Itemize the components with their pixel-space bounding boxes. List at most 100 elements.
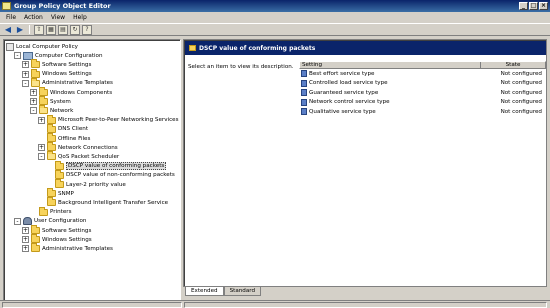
close-button[interactable]: × (539, 2, 548, 10)
tree-item-label: DSCP value of non-conforming packets (66, 172, 175, 179)
properties-icon[interactable]: ▤ (58, 24, 68, 35)
back-icon[interactable]: ◀ (3, 25, 13, 35)
expand-icon[interactable]: + (38, 144, 45, 152)
menu-view[interactable]: View (47, 14, 69, 21)
minimize-button[interactable]: _ (519, 2, 528, 10)
folder-icon (31, 68, 40, 78)
policy-setting-icon (301, 70, 307, 78)
setting-name: Controlled load service type (309, 80, 388, 87)
expand-icon[interactable]: + (22, 227, 29, 234)
collapse-icon[interactable]: - (38, 153, 45, 161)
table-row[interactable]: Controlled load service type Not configur… (299, 79, 546, 89)
policy-setting-icon (301, 98, 307, 106)
tree-item-label: DNS Client (58, 126, 89, 133)
folder-icon (31, 225, 40, 234)
policy-setting-icon (301, 89, 307, 97)
menu-action[interactable]: Action (20, 14, 47, 21)
title-bar[interactable]: Group Policy Object Editor _ □ × (0, 0, 550, 12)
view-tabs: Extended Standard (185, 287, 262, 296)
expand-icon[interactable]: + (22, 236, 29, 244)
maximize-button[interactable]: □ (529, 2, 538, 10)
menu-bar: File Action View Help (0, 12, 550, 23)
tree-item[interactable]: DNS Client (38, 123, 89, 134)
tree-item[interactable]: Printers (30, 206, 72, 217)
tree-item[interactable]: DSCP value of conforming packets (46, 160, 167, 171)
tab-standard[interactable]: Standard (223, 287, 262, 296)
refresh-icon[interactable]: ↻ (70, 24, 80, 35)
tree-item-label: Printers (50, 209, 72, 216)
tree-item[interactable]: Offline Files (38, 133, 90, 143)
tree-item[interactable]: Local Computer Policy (6, 42, 78, 51)
folder-icon (47, 142, 56, 152)
folder-icon (39, 96, 48, 106)
expand-icon[interactable]: + (30, 89, 37, 96)
folder-icon (55, 160, 64, 170)
forward-icon[interactable]: ▶ (15, 25, 25, 35)
folder-icon (189, 45, 196, 51)
table-row[interactable]: Best effort service type Not configured (299, 69, 546, 79)
show-hide-tree-icon[interactable]: ▦ (46, 24, 56, 35)
tab-extended[interactable]: Extended (185, 287, 224, 296)
tree-item[interactable]: - Computer Configuration (14, 51, 103, 60)
tree-item-label: Network (50, 107, 74, 114)
status-panel-1 (2, 302, 182, 308)
tree-item-label: Layer-2 priority value (66, 181, 126, 188)
folder-icon (31, 243, 40, 253)
tree-item-label: Administrative Templates (42, 80, 113, 87)
column-header-state[interactable]: State (481, 62, 545, 68)
tree-item-label: Background Intelligent Transfer Service (58, 199, 169, 206)
setting-state: Not configured (500, 70, 542, 77)
tree-item-label: Network Connections (58, 144, 118, 151)
table-row[interactable]: Network control service type Not configur… (299, 98, 546, 108)
folder-icon (31, 234, 40, 244)
menu-help[interactable]: Help (69, 14, 91, 21)
tree-item-label: Administrative Templates (42, 245, 113, 252)
up-folder-icon[interactable]: ⇧ (34, 24, 44, 35)
expand-icon[interactable]: + (22, 245, 29, 253)
tree-item[interactable]: Layer-2 priority value (46, 179, 126, 189)
menu-file[interactable]: File (2, 14, 20, 21)
tree-item[interactable]: SNMP (38, 188, 74, 198)
tree-pane[interactable]: Local Computer Policy - Computer Configura… (3, 39, 181, 301)
tree-item[interactable]: - Administrative Templates (22, 77, 113, 88)
help-icon[interactable]: ? (82, 24, 92, 35)
folder-icon (39, 87, 48, 96)
window-title: Group Policy Object Editor (14, 2, 111, 10)
tree-item[interactable]: DSCP value of non-conforming packets (46, 169, 175, 180)
tree-item[interactable]: Background Intelligent Transfer Service (38, 197, 169, 207)
expand-icon[interactable]: + (30, 98, 37, 106)
folder-icon (47, 151, 56, 161)
tree-item[interactable]: + System (30, 96, 71, 106)
setting-name: Best effort service type (309, 70, 375, 77)
details-header-title: DSCP value of conforming packets (199, 44, 316, 52)
tree-item[interactable]: - QoS Packet Scheduler (38, 151, 119, 161)
collapse-icon[interactable]: - (14, 217, 21, 225)
tree-item-label: Windows Settings (42, 71, 92, 78)
tree-item[interactable]: + Microsoft Peer-to-Peer Networking Servi… (38, 114, 179, 125)
status-bar (0, 300, 550, 308)
collapse-icon[interactable]: - (30, 107, 37, 115)
setting-cell: Qualitative service type (299, 108, 480, 116)
expand-icon[interactable]: + (22, 70, 29, 78)
expand-icon[interactable]: + (22, 61, 29, 69)
tree-item-label: DSCP value of conforming packets (66, 162, 167, 171)
collapse-icon[interactable]: - (14, 52, 21, 60)
folder-icon (39, 206, 48, 216)
folder-icon (31, 59, 40, 69)
table-row[interactable]: Qualitative service type Not configured (299, 107, 546, 117)
folder-icon (55, 179, 64, 188)
setting-cell: Controlled load service type (299, 79, 480, 87)
collapse-icon[interactable]: - (22, 79, 29, 87)
tree-item[interactable]: + Administrative Templates (22, 243, 113, 253)
policy-setting-icon (301, 108, 307, 116)
column-header-setting[interactable]: Setting (300, 62, 481, 68)
expand-icon[interactable]: + (38, 116, 45, 124)
table-row[interactable]: Guaranteed service type Not configured (299, 88, 546, 98)
tree-item-label: Software Settings (42, 227, 92, 234)
tree-item[interactable]: - User Configuration (14, 217, 86, 226)
